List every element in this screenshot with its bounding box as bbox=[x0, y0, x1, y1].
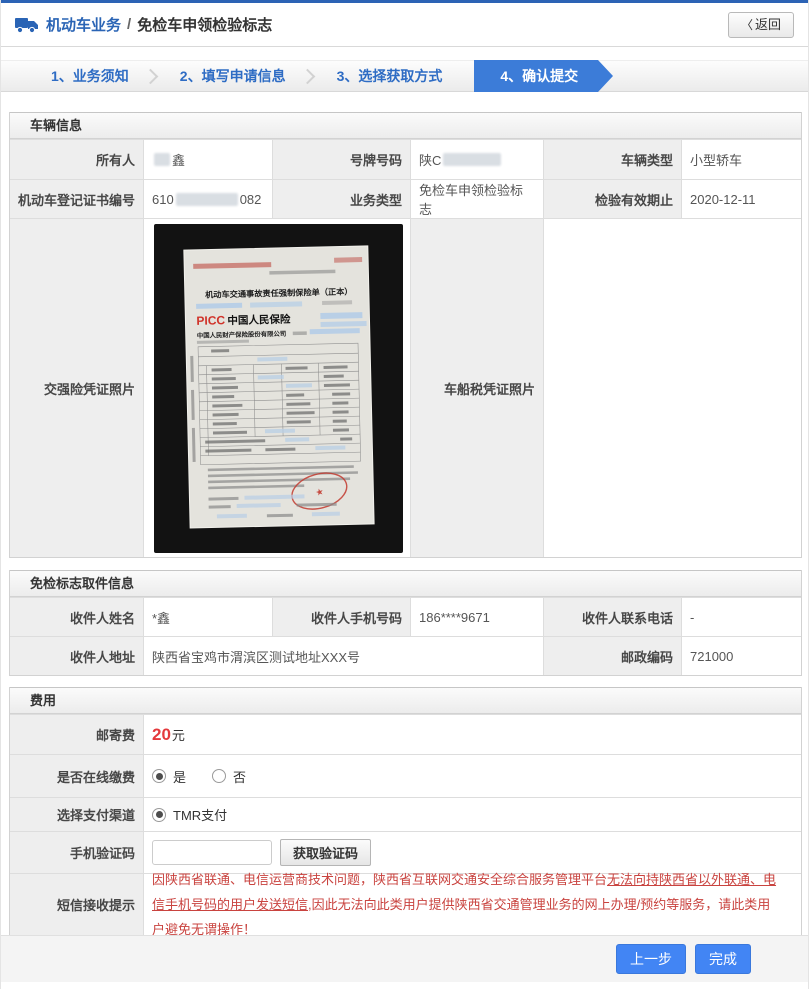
page-title: 机动车业务 bbox=[46, 17, 122, 34]
online-pay-options: 是 否 bbox=[143, 755, 801, 797]
insurance-photo-cell: 机动车交通事故责任强制保险单（正本） PICC 中国人民保险 中国人民财产保险股… bbox=[143, 219, 410, 557]
plate-value: 陕C bbox=[410, 140, 543, 179]
owner-label: 所有人 bbox=[10, 140, 143, 179]
pickup-section-title: 免检标志取件信息 bbox=[10, 570, 801, 597]
business-type-value: 免检车申领检验标志 bbox=[410, 180, 543, 218]
radio-no-label[interactable]: 否 bbox=[233, 767, 246, 786]
back-chevron-icon: 〈 bbox=[740, 17, 753, 32]
recipient-phone-value: 186****9671 bbox=[410, 598, 543, 636]
radio-yes[interactable] bbox=[152, 769, 166, 783]
back-label: 返回 bbox=[754, 16, 781, 32]
valid-until-value: 2020-12-11 bbox=[681, 180, 801, 218]
footer-action-bar: 上一步 完成 bbox=[1, 935, 808, 982]
fee-section-title: 费用 bbox=[10, 687, 801, 714]
postage-label: 邮寄费 bbox=[10, 715, 143, 754]
sms-notice-label: 短信接收提示 bbox=[10, 874, 143, 935]
postage-amount: 20 bbox=[152, 724, 171, 744]
recipient-name-label: 收件人姓名 bbox=[10, 598, 143, 636]
table-row: 机动车登记证书编号 610 082 业务类型 免检车申领检验标志 检验有效期止 2… bbox=[10, 179, 801, 218]
radio-tmr-pay-label[interactable]: TMR支付 bbox=[173, 805, 227, 824]
zip-code-value: 721000 bbox=[681, 637, 801, 675]
breadcrumb-separator: / bbox=[127, 16, 132, 33]
owner-value: 鑫 bbox=[143, 140, 272, 179]
page: 机动车业务 / 免检车申领检验标志 〈返回 1、业务须知 2、填写申请信息 3、… bbox=[0, 0, 809, 989]
table-row: 收件人姓名 *鑫 收件人手机号码 186****9671 收件人联系电话 - bbox=[10, 597, 801, 636]
page-header: 机动车业务 / 免检车申领检验标志 〈返回 bbox=[1, 3, 808, 47]
recipient-address-label: 收件人地址 bbox=[10, 637, 143, 675]
step-3-choose-method: 3、选择获取方式 bbox=[336, 68, 443, 84]
pay-channel-row: 选择支付渠道 TMR支付 bbox=[10, 797, 801, 831]
truck-icon bbox=[15, 17, 38, 33]
pay-channel-label: 选择支付渠道 bbox=[10, 798, 143, 831]
plate-label: 号牌号码 bbox=[272, 140, 410, 179]
registration-no-value: 610 082 bbox=[143, 180, 272, 218]
step-2-fill-info: 2、填写申请信息 bbox=[179, 68, 286, 84]
insurance-photo-label: 交强险凭证照片 bbox=[10, 219, 143, 557]
insurance-certificate-photo[interactable]: 机动车交通事故责任强制保险单（正本） PICC 中国人民保险 中国人民财产保险股… bbox=[154, 224, 403, 553]
vehicle-info-section: 车辆信息 所有人 鑫 号牌号码 陕C 车辆类型 小型轿车 机动车登记证书编号 6… bbox=[9, 112, 802, 558]
online-pay-row: 是否在线缴费 是 否 bbox=[10, 754, 801, 797]
fee-section: 费用 邮寄费 20 元 是否在线缴费 是 否 选择支付渠道 TMR支付 手机验证… bbox=[9, 687, 802, 937]
business-type-label: 业务类型 bbox=[272, 180, 410, 218]
pickup-info-section: 免检标志取件信息 收件人姓名 *鑫 收件人手机号码 186****9671 收件… bbox=[9, 570, 802, 676]
vehicle-type-label: 车辆类型 bbox=[543, 140, 681, 179]
step-4-confirm-submit: 4、确认提交 bbox=[474, 60, 613, 92]
postage-value: 20 元 bbox=[143, 715, 801, 754]
step-wizard: 1、业务须知 2、填写申请信息 3、选择获取方式 4、确认提交 bbox=[1, 60, 808, 92]
vehicle-type-value: 小型轿车 bbox=[681, 140, 801, 179]
recipient-phone-label: 收件人手机号码 bbox=[272, 598, 410, 636]
registration-no-label: 机动车登记证书编号 bbox=[10, 180, 143, 218]
recipient-tel-value: - bbox=[681, 598, 801, 636]
tax-photo-label: 车船税凭证照片 bbox=[410, 219, 543, 557]
sms-notice-cell: 因陕西省联通、电信运营商技术问题，陕西省互联网交通安全综合服务管理平台无法向持陕… bbox=[143, 872, 801, 937]
redaction-blur bbox=[443, 153, 502, 166]
table-row: 所有人 鑫 号牌号码 陕C 车辆类型 小型轿车 bbox=[10, 139, 801, 179]
done-button[interactable]: 完成 bbox=[695, 944, 751, 974]
postage-unit: 元 bbox=[171, 728, 185, 743]
step-1-notice: 1、业务须知 bbox=[51, 68, 129, 84]
redaction-blur bbox=[154, 153, 170, 166]
postage-row: 邮寄费 20 元 bbox=[10, 714, 801, 754]
radio-tmr-pay[interactable] bbox=[152, 807, 166, 822]
previous-step-button[interactable]: 上一步 bbox=[616, 944, 686, 974]
radio-yes-label[interactable]: 是 bbox=[173, 767, 186, 786]
photo-brand-picc: PICC bbox=[196, 313, 225, 328]
online-pay-label: 是否在线缴费 bbox=[10, 755, 143, 797]
tax-photo-cell-empty bbox=[543, 219, 801, 557]
recipient-address-value: 陕西省宝鸡市渭滨区测试地址XXX号 bbox=[143, 637, 543, 675]
sms-code-label: 手机验证码 bbox=[10, 832, 143, 873]
breadcrumb-current: 免检车申领检验标志 bbox=[137, 17, 273, 34]
sms-notice-row: 短信接收提示 因陕西省联通、电信运营商技术问题，陕西省互联网交通安全综合服务管理… bbox=[10, 872, 801, 937]
table-row: 收件人地址 陕西省宝鸡市渭滨区测试地址XXX号 邮政编码 721000 bbox=[10, 636, 801, 675]
recipient-name-value: *鑫 bbox=[143, 598, 272, 636]
photo-row: 交强险凭证照片 机动车交通事故责任强制保险单（正本） PICC 中国人民保险 中… bbox=[10, 218, 801, 557]
radio-no[interactable] bbox=[212, 769, 227, 783]
pay-channel-options: TMR支付 bbox=[143, 798, 801, 831]
recipient-tel-label: 收件人联系电话 bbox=[543, 598, 681, 636]
redaction-blur bbox=[175, 192, 238, 206]
vehicle-section-title: 车辆信息 bbox=[10, 112, 801, 139]
back-button[interactable]: 〈返回 bbox=[727, 11, 794, 38]
valid-until-label: 检验有效期止 bbox=[543, 180, 681, 218]
zip-code-label: 邮政编码 bbox=[543, 637, 681, 675]
photo-brand-cn: 中国人民保险 bbox=[227, 313, 291, 327]
